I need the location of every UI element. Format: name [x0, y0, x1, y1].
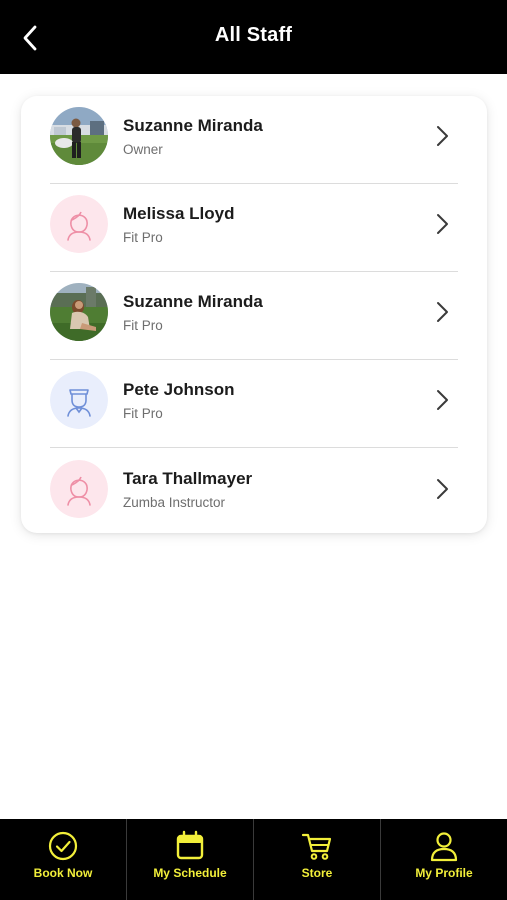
check-circle-icon	[48, 831, 78, 861]
chevron-right-icon	[437, 302, 448, 322]
tab-label: My Profile	[415, 866, 473, 880]
staff-name: Suzanne Miranda	[123, 292, 263, 311]
staff-role: Fit Pro	[123, 406, 163, 421]
staff-name: Melissa Lloyd	[123, 204, 235, 223]
male-placeholder-icon	[50, 371, 108, 429]
page-title: All Staff	[214, 24, 293, 46]
tab-my-schedule[interactable]: My Schedule	[127, 819, 254, 900]
tab-book-now[interactable]: Book Now	[0, 819, 127, 900]
chevron-right-icon	[437, 214, 448, 234]
avatar	[50, 195, 108, 253]
tab-my-profile[interactable]: My Profile	[381, 819, 507, 900]
female-placeholder-icon	[50, 195, 108, 253]
staff-role: Owner	[123, 142, 163, 157]
tab-label: My Schedule	[153, 866, 227, 880]
avatar	[50, 371, 108, 429]
staff-list-card: Suzanne Miranda Owner Melissa Lloyd Fit …	[21, 96, 487, 533]
staff-row[interactable]: Tara Thallmayer Zumba Instructor	[50, 449, 458, 537]
avatar	[50, 107, 108, 165]
app-header: All Staff	[0, 0, 507, 74]
staff-row[interactable]: Pete Johnson Fit Pro	[50, 360, 458, 448]
tab-label: Book Now	[33, 866, 93, 880]
staff-role: Fit Pro	[123, 230, 163, 245]
staff-row[interactable]: Melissa Lloyd Fit Pro	[50, 184, 458, 272]
staff-row[interactable]: Suzanne Miranda Fit Pro	[50, 272, 458, 360]
chevron-right-icon	[437, 126, 448, 146]
chevron-right-icon	[437, 479, 448, 499]
tab-label: Store	[301, 866, 333, 880]
chevron-right-icon	[437, 390, 448, 410]
staff-name: Pete Johnson	[123, 380, 235, 399]
tab-store[interactable]: Store	[254, 819, 381, 900]
cart-icon	[301, 833, 332, 860]
bottom-tab-bar: Book Now My Schedule Store My Profile	[0, 819, 507, 900]
user-icon	[430, 832, 458, 862]
staff-name: Tara Thallmayer	[123, 469, 253, 488]
avatar	[50, 460, 108, 518]
staff-role: Fit Pro	[123, 318, 163, 333]
calendar-icon	[176, 830, 204, 860]
avatar	[50, 283, 108, 341]
staff-row[interactable]: Suzanne Miranda Owner	[50, 96, 458, 184]
female-placeholder-icon	[50, 460, 108, 518]
staff-role: Zumba Instructor	[123, 495, 226, 510]
staff-name: Suzanne Miranda	[123, 116, 263, 135]
